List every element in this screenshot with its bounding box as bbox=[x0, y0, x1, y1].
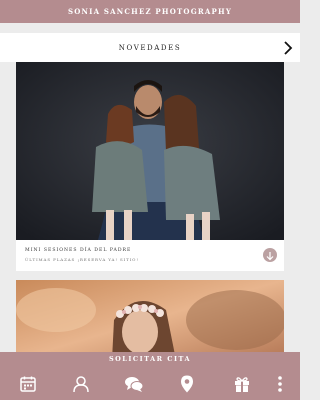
header-spacer bbox=[0, 23, 300, 33]
card-photo[interactable] bbox=[16, 280, 284, 352]
news-feed[interactable]: MINI SESIONES DÍA DEL PADRE ÚLTIMAS PLAZ… bbox=[0, 62, 300, 352]
request-appointment-button[interactable]: SOLICITAR CITA bbox=[0, 352, 300, 366]
section-header[interactable]: NOVEDADES bbox=[0, 33, 300, 62]
calendar-icon[interactable] bbox=[18, 374, 38, 394]
request-appointment-label: SOLICITAR CITA bbox=[108, 355, 192, 363]
more-vertical-icon[interactable] bbox=[274, 374, 286, 394]
card-photo[interactable] bbox=[16, 62, 284, 240]
section-title: NOVEDADES bbox=[118, 43, 182, 52]
user-icon[interactable] bbox=[71, 374, 91, 394]
gift-icon[interactable] bbox=[232, 374, 252, 394]
news-card[interactable] bbox=[16, 280, 284, 352]
news-card[interactable]: MINI SESIONES DÍA DEL PADRE ÚLTIMAS PLAZ… bbox=[16, 62, 284, 271]
share-icon[interactable] bbox=[263, 248, 277, 262]
location-pin-icon[interactable] bbox=[177, 374, 197, 394]
card-title: MINI SESIONES DÍA DEL PADRE bbox=[25, 248, 132, 253]
app-title: SONIA SANCHEZ PHOTOGRAPHY bbox=[67, 7, 233, 16]
card-subtitle: ÚLTIMAS PLAZAS ¡RESERVA YA! SITIO! bbox=[25, 257, 139, 262]
chevron-right-icon[interactable] bbox=[282, 41, 294, 55]
bottom-nav bbox=[0, 366, 300, 400]
app-header: SONIA SANCHEZ PHOTOGRAPHY bbox=[0, 0, 300, 23]
chat-icon[interactable] bbox=[124, 374, 144, 394]
